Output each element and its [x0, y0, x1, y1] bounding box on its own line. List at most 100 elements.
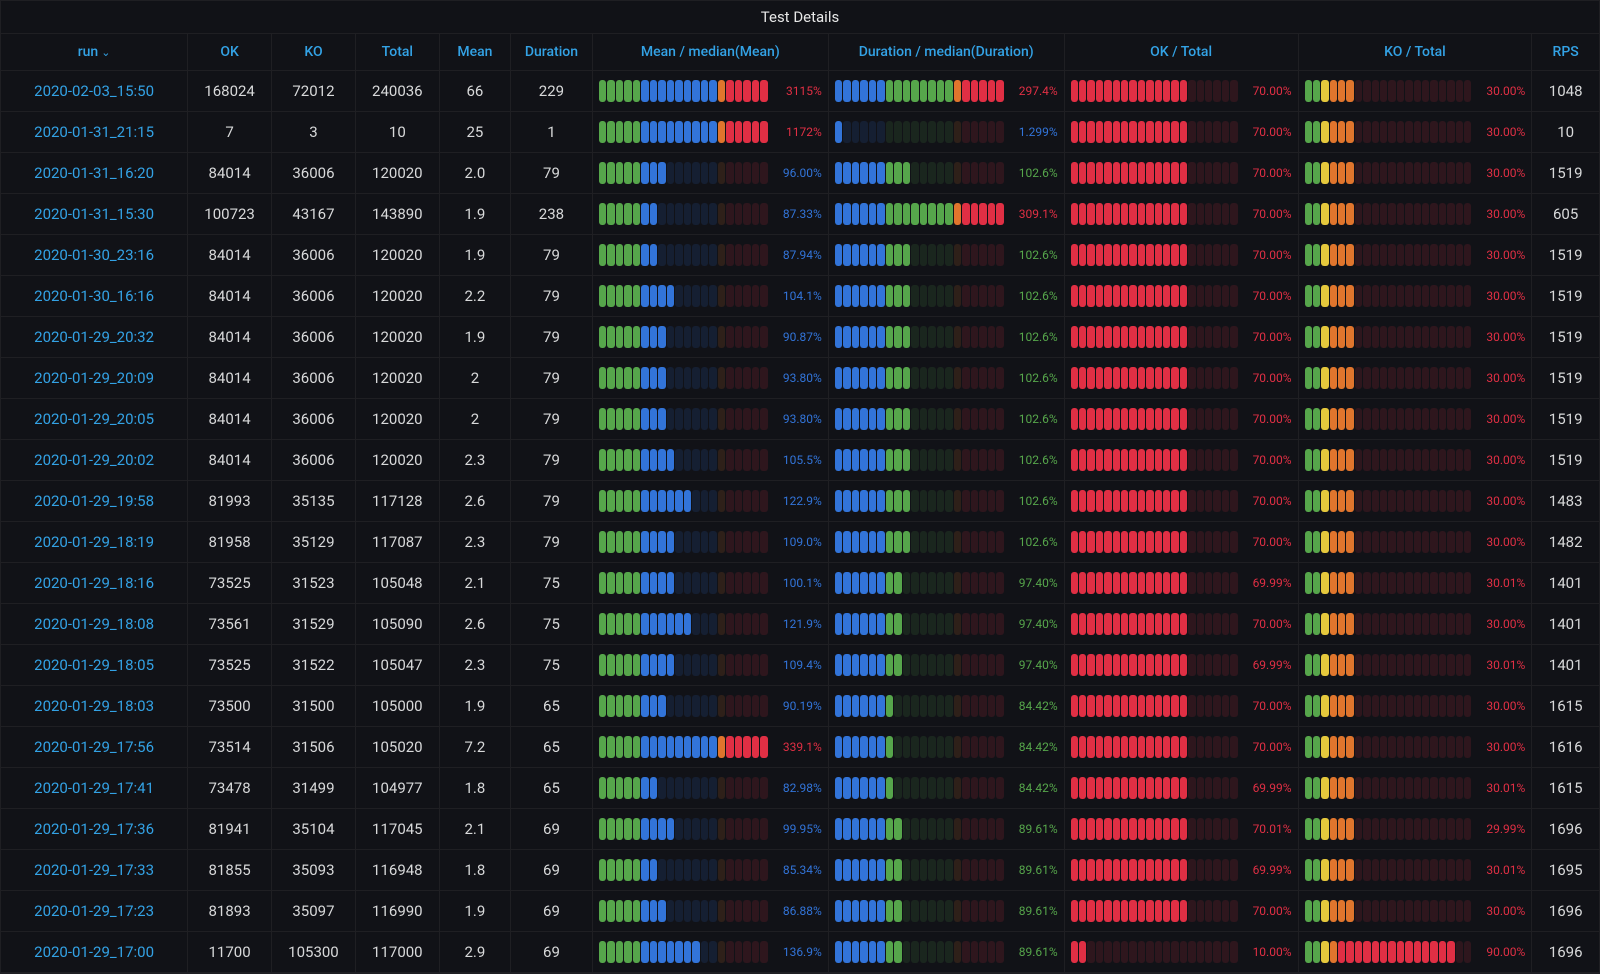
cell-g3: 70.00%	[1064, 71, 1298, 112]
gauge-value: 30.01%	[1477, 863, 1525, 877]
gauge-bar	[599, 613, 768, 635]
cell-total: 105090	[355, 604, 439, 645]
run-link[interactable]: 2020-01-30_23:16	[34, 246, 154, 264]
col-mean-ratio[interactable]: Mean / median(Mean)	[592, 34, 828, 71]
run-link[interactable]: 2020-01-29_17:36	[34, 820, 154, 838]
cell-mean: 1.9	[439, 194, 510, 235]
col-mean[interactable]: Mean	[439, 34, 510, 71]
col-ko-ratio[interactable]: KO / Total	[1298, 34, 1532, 71]
cell-g4: 30.01%	[1298, 850, 1532, 891]
cell-g2: 84.42%	[828, 727, 1064, 768]
gauge-bar	[1071, 859, 1238, 881]
run-link[interactable]: 2020-01-29_18:08	[34, 615, 154, 633]
run-link[interactable]: 2020-01-29_17:00	[34, 943, 154, 961]
cell-mean: 1.9	[439, 891, 510, 932]
cell-g3: 69.99%	[1064, 850, 1298, 891]
cell-g1: 85.34%	[592, 850, 828, 891]
cell-ok: 81941	[188, 809, 272, 850]
gauge-bar	[599, 654, 768, 676]
run-link[interactable]: 2020-01-31_15:30	[34, 205, 154, 223]
col-ko[interactable]: KO	[272, 34, 356, 71]
col-total[interactable]: Total	[355, 34, 439, 71]
run-link[interactable]: 2020-01-29_20:09	[34, 369, 154, 387]
cell-dur: 79	[511, 235, 593, 276]
cell-g3: 70.00%	[1064, 276, 1298, 317]
gauge-value: 70.01%	[1244, 822, 1292, 836]
cell-g1: 109.4%	[592, 645, 828, 686]
gauge-bar	[599, 162, 768, 184]
cell-dur: 79	[511, 399, 593, 440]
gauge-bar	[1071, 244, 1238, 266]
gauge-bar	[835, 121, 1004, 143]
cell-mean: 25	[439, 112, 510, 153]
run-link[interactable]: 2020-01-29_18:19	[34, 533, 154, 551]
cell-mean: 2.2	[439, 276, 510, 317]
cell-g3: 70.00%	[1064, 317, 1298, 358]
gauge-bar	[835, 408, 1004, 430]
run-link[interactable]: 2020-01-31_16:20	[34, 164, 154, 182]
table-row: 2020-01-31_15:30100723431671438901.92388…	[1, 194, 1599, 235]
cell-ko: 72012	[272, 71, 356, 112]
gauge-bar	[1305, 736, 1472, 758]
run-link[interactable]: 2020-01-29_20:02	[34, 451, 154, 469]
col-run[interactable]: run⌄	[1, 34, 188, 71]
table-row: 2020-01-29_18:0573525315221050472.375109…	[1, 645, 1599, 686]
run-link[interactable]: 2020-01-29_17:41	[34, 779, 154, 797]
cell-g1: 3115%	[592, 71, 828, 112]
gauge-value: 30.00%	[1477, 166, 1525, 180]
run-link[interactable]: 2020-01-29_18:03	[34, 697, 154, 715]
run-link[interactable]: 2020-01-29_18:05	[34, 656, 154, 674]
gauge-bar	[1071, 818, 1238, 840]
run-link[interactable]: 2020-01-29_20:05	[34, 410, 154, 428]
run-link[interactable]: 2020-01-29_17:56	[34, 738, 154, 756]
cell-g2: 102.6%	[828, 440, 1064, 481]
gauge-bar	[835, 285, 1004, 307]
cell-dur: 69	[511, 932, 593, 973]
gauge-bar	[835, 613, 1004, 635]
col-ok-ratio[interactable]: OK / Total	[1064, 34, 1298, 71]
cell-g1: 105.5%	[592, 440, 828, 481]
cell-g4: 30.00%	[1298, 604, 1532, 645]
cell-g2: 102.6%	[828, 522, 1064, 563]
run-link[interactable]: 2020-01-29_17:33	[34, 861, 154, 879]
col-ok[interactable]: OK	[188, 34, 272, 71]
gauge-bar	[1071, 777, 1238, 799]
run-link[interactable]: 2020-02-03_15:50	[34, 82, 154, 100]
col-rps[interactable]: RPS	[1532, 34, 1599, 71]
run-link[interactable]: 2020-01-29_18:16	[34, 574, 154, 592]
gauge-value: 102.6%	[1010, 248, 1058, 262]
gauge-value: 69.99%	[1244, 863, 1292, 877]
cell-g3: 70.00%	[1064, 440, 1298, 481]
cell-total: 120020	[355, 399, 439, 440]
cell-g3: 70.00%	[1064, 194, 1298, 235]
gauge-bar	[1071, 613, 1238, 635]
run-link[interactable]: 2020-01-29_20:32	[34, 328, 154, 346]
cell-g3: 70.00%	[1064, 727, 1298, 768]
run-link[interactable]: 2020-01-31_21:15	[34, 123, 154, 141]
gauge-bar	[599, 367, 768, 389]
run-link[interactable]: 2020-01-30_16:16	[34, 287, 154, 305]
gauge-value: 70.00%	[1244, 453, 1292, 467]
cell-ko: 35129	[272, 522, 356, 563]
col-duration-ratio[interactable]: Duration / median(Duration)	[828, 34, 1064, 71]
gauge-value: 84.42%	[1010, 781, 1058, 795]
results-table: run⌄ OK KO Total Mean Duration Mean / me…	[1, 34, 1599, 973]
cell-g3: 70.00%	[1064, 399, 1298, 440]
gauge-bar	[599, 449, 768, 471]
cell-ok: 73561	[188, 604, 272, 645]
table-row: 2020-01-29_18:1981958351291170872.379109…	[1, 522, 1599, 563]
run-link[interactable]: 2020-01-29_19:58	[34, 492, 154, 510]
gauge-value: 29.99%	[1477, 822, 1525, 836]
col-duration[interactable]: Duration	[511, 34, 593, 71]
run-link[interactable]: 2020-01-29_17:23	[34, 902, 154, 920]
cell-g4: 30.00%	[1298, 891, 1532, 932]
cell-g1: 90.19%	[592, 686, 828, 727]
cell-total: 10	[355, 112, 439, 153]
gauge-value: 3115%	[774, 84, 822, 98]
cell-g2: 97.40%	[828, 563, 1064, 604]
cell-g1: 339.1%	[592, 727, 828, 768]
cell-ko: 36006	[272, 399, 356, 440]
cell-mean: 2.1	[439, 809, 510, 850]
gauge-value: 1172%	[774, 125, 822, 139]
cell-rps: 1401	[1532, 645, 1599, 686]
